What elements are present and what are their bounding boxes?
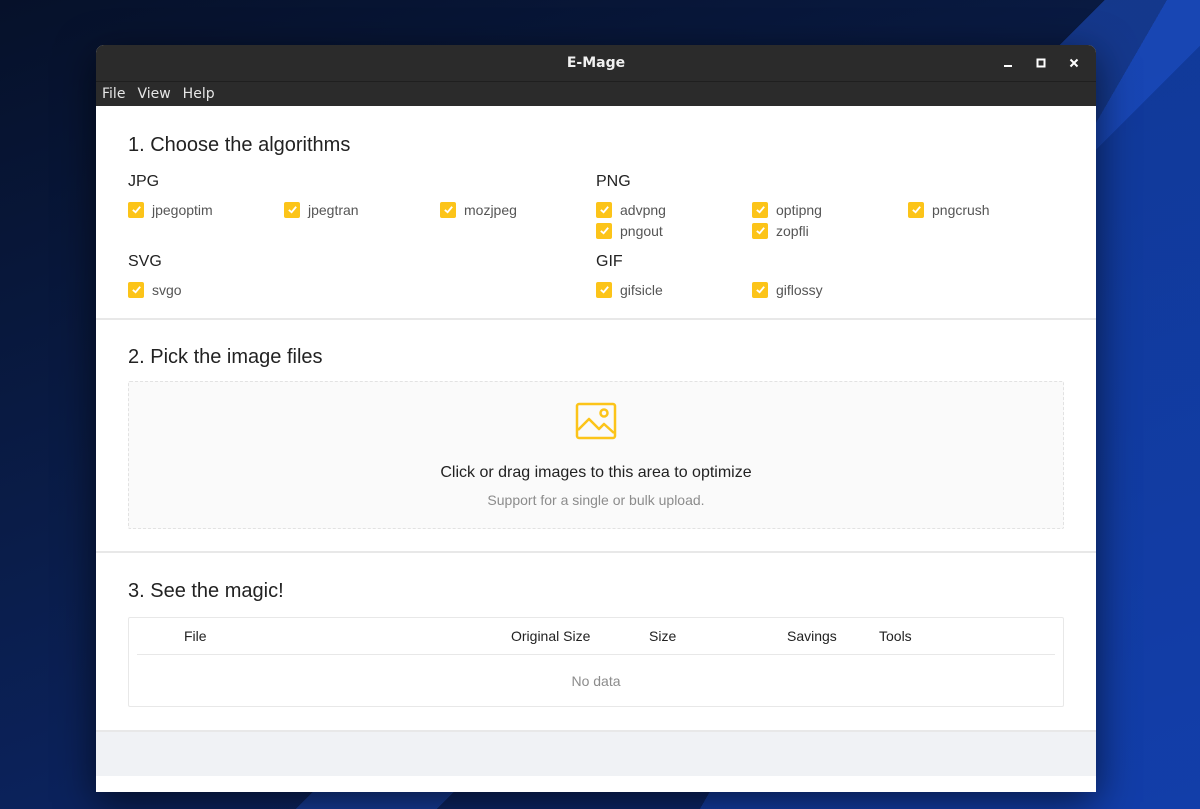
column-original-size: Original Size: [511, 628, 591, 644]
checkbox[interactable]: [596, 201, 612, 218]
app-window: E-Mage File View Help 1. Choose the algo…: [96, 45, 1096, 792]
option-pngcrush[interactable]: pngcrush: [908, 201, 1064, 218]
check-icon: [599, 227, 609, 235]
menu-bar: File View Help: [96, 81, 1096, 106]
results-title: 3. See the magic!: [128, 580, 284, 602]
main-content: 1. Choose the algorithms JPG jpegoptim j…: [96, 106, 1096, 776]
checkbox[interactable]: [596, 281, 612, 298]
option-label: giflossy: [776, 281, 823, 298]
dropzone-text: Click or drag images to this area to opt…: [440, 464, 752, 481]
image-icon: [575, 402, 617, 440]
close-icon: [1069, 58, 1078, 68]
option-jpegoptim[interactable]: jpegoptim: [128, 201, 284, 218]
algorithms-title: 1. Choose the algorithms: [128, 134, 351, 156]
algorithms-section: 1. Choose the algorithms JPG jpegoptim j…: [96, 106, 1096, 320]
svg-label: SVG: [128, 253, 162, 270]
jpg-options: jpegoptim jpegtran mozjpeg: [128, 201, 596, 218]
jpg-group: JPG jpegoptim jpegtran mozjpeg: [128, 173, 596, 253]
check-icon: [755, 206, 765, 214]
check-icon: [287, 206, 297, 214]
check-icon: [755, 227, 765, 235]
menu-help[interactable]: Help: [183, 86, 221, 102]
option-label: jpegoptim: [152, 201, 213, 218]
option-label: jpegtran: [308, 201, 359, 218]
gif-options: gifsicle giflossy: [596, 281, 1064, 298]
check-icon: [911, 206, 921, 214]
dropzone-hint: Support for a single or bulk upload.: [487, 492, 705, 508]
minimize-icon: [1003, 65, 1012, 67]
empty-state: No data: [571, 673, 621, 689]
algorithm-groups: JPG jpegoptim jpegtran mozjpeg PNG advpn…: [128, 173, 1064, 298]
option-label: zopfli: [776, 222, 809, 239]
column-savings: Savings: [787, 628, 837, 644]
window-title: E-Mage: [566, 55, 626, 71]
table-header: File Original Size Size Savings Tools: [137, 618, 1055, 655]
check-icon: [131, 206, 141, 214]
minimize-button[interactable]: [991, 45, 1024, 81]
svg-group: SVG svgo: [128, 253, 596, 298]
close-button[interactable]: [1057, 45, 1090, 81]
check-icon: [131, 286, 141, 294]
files-section: 2. Pick the image files Click or drag im…: [96, 320, 1096, 553]
checkbox[interactable]: [908, 201, 924, 218]
check-icon: [755, 286, 765, 294]
checkbox[interactable]: [440, 201, 456, 218]
results-section: 3. See the magic! File Original Size Siz…: [96, 553, 1096, 732]
option-gifsicle[interactable]: gifsicle: [596, 281, 752, 298]
results-table: File Original Size Size Savings Tools No…: [128, 617, 1064, 707]
option-advpng[interactable]: advpng: [596, 201, 752, 218]
column-file: File: [184, 628, 207, 644]
png-group: PNG advpng optipng pngcrush pngout zopfl…: [596, 173, 1064, 253]
png-options: advpng optipng pngcrush pngout zopfli: [596, 201, 1064, 239]
check-icon: [443, 206, 453, 214]
option-label: pngcrush: [932, 201, 990, 218]
option-jpegtran[interactable]: jpegtran: [284, 201, 440, 218]
option-label: gifsicle: [620, 281, 663, 298]
checkbox[interactable]: [128, 201, 144, 218]
option-zopfli[interactable]: zopfli: [752, 222, 908, 239]
option-optipng[interactable]: optipng: [752, 201, 908, 218]
upload-dropzone[interactable]: Click or drag images to this area to opt…: [128, 381, 1064, 529]
option-label: pngout: [620, 222, 663, 239]
window-controls: [991, 45, 1090, 81]
menu-view[interactable]: View: [137, 86, 176, 102]
column-tools: Tools: [879, 628, 912, 644]
gif-group: GIF gifsicle giflossy: [596, 253, 1064, 298]
maximize-icon: [1036, 58, 1045, 68]
option-label: svgo: [152, 281, 182, 298]
files-title: 2. Pick the image files: [128, 346, 323, 368]
svg-options: svgo: [128, 281, 596, 298]
title-bar[interactable]: E-Mage: [96, 45, 1096, 81]
jpg-label: JPG: [128, 173, 160, 190]
check-icon: [599, 206, 609, 214]
checkbox[interactable]: [752, 281, 768, 298]
checkbox[interactable]: [596, 222, 612, 239]
option-label: optipng: [776, 201, 822, 218]
check-icon: [599, 286, 609, 294]
png-label: PNG: [596, 173, 631, 190]
checkbox[interactable]: [284, 201, 300, 218]
footer-bar: [96, 732, 1096, 776]
option-giflossy[interactable]: giflossy: [752, 281, 908, 298]
option-label: advpng: [620, 201, 666, 218]
option-svgo[interactable]: svgo: [128, 281, 284, 298]
maximize-button[interactable]: [1024, 45, 1057, 81]
checkbox[interactable]: [752, 222, 768, 239]
option-pngout[interactable]: pngout: [596, 222, 752, 239]
option-label: mozjpeg: [464, 201, 517, 218]
checkbox[interactable]: [128, 281, 144, 298]
option-mozjpeg[interactable]: mozjpeg: [440, 201, 596, 218]
gif-label: GIF: [596, 253, 623, 270]
column-size: Size: [649, 628, 677, 644]
checkbox[interactable]: [752, 201, 768, 218]
menu-file[interactable]: File: [102, 86, 131, 102]
